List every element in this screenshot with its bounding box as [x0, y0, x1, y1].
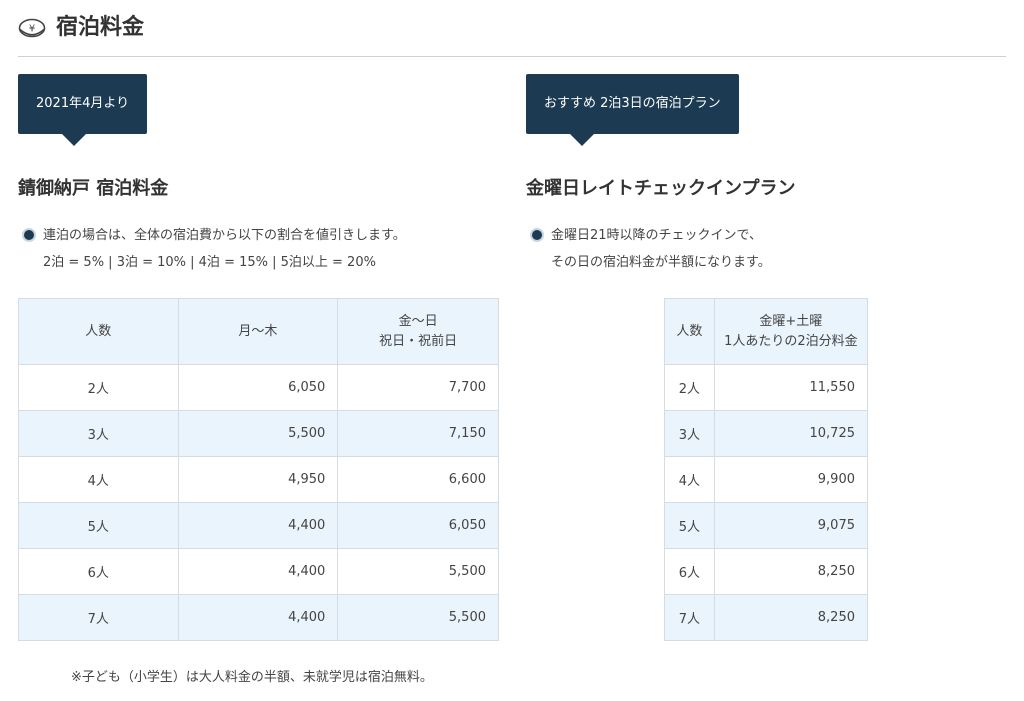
late-checkin-plan-section: おすすめ 2泊3日の宿泊プラン 金曜日レイトチェックインプラン 金曜日21時以降… [526, 74, 1006, 641]
weekend-price: 7,700 [337, 364, 499, 411]
people-cell: 7人 [664, 594, 715, 641]
people-cell: 3人 [18, 410, 179, 457]
note-line: 金曜日21時以降のチェックインで、 [551, 228, 763, 243]
weekend-price: 7,150 [337, 410, 499, 457]
col-header-plan-line2: 1人あたりの2泊分料金 [724, 333, 858, 349]
col-header-weekday: 月〜木 [177, 298, 339, 365]
people-cell: 5人 [664, 502, 715, 549]
page-header: ¥ 宿泊料金 [18, 12, 1006, 57]
section-title-standard: 錆御納戸 宿泊料金 [18, 178, 169, 199]
bullet-icon [532, 230, 542, 240]
page-title: 宿泊料金 [56, 15, 145, 40]
people-cell: 7人 [18, 594, 179, 641]
table-row: 5人 4,400 6,050 [18, 502, 499, 549]
weekday-price: 5,500 [177, 410, 339, 457]
plan-price: 8,250 [713, 594, 869, 641]
people-cell: 6人 [18, 548, 179, 595]
children-pricing-footnote: ※子ども（小学生）は大人料金の半額、未就学児は宿泊無料。 [71, 670, 433, 685]
recommended-plan-tag: おすすめ 2泊3日の宿泊プラン [526, 74, 739, 146]
table-row: 5人 9,075 [664, 502, 869, 549]
col-header-weekend: 金〜日 祝日・祝前日 [337, 298, 499, 365]
col-header-people: 人数 [18, 298, 179, 365]
bullet-icon [24, 230, 34, 240]
table-row: 4人 4,950 6,600 [18, 456, 499, 503]
people-cell: 6人 [664, 548, 715, 595]
people-cell: 3人 [664, 410, 715, 457]
table-row: 7人 4,400 5,500 [18, 594, 499, 641]
section-title-late-checkin: 金曜日レイトチェックインプラン [526, 178, 796, 199]
plan-price: 9,075 [713, 502, 869, 549]
table-header-row: 人数 月〜木 金〜日 祝日・祝前日 [18, 298, 499, 365]
plan-rates-table: 人数 金曜+土曜 1人あたりの2泊分料金 2人 11,550 3人 10,725… [664, 298, 869, 641]
yen-coin-icon: ¥ [18, 18, 46, 38]
plan-price: 9,900 [713, 456, 869, 503]
people-cell: 4人 [18, 456, 179, 503]
weekday-price: 4,400 [177, 502, 339, 549]
col-header-plan-price: 金曜+土曜 1人あたりの2泊分料金 [713, 298, 869, 365]
table-row: 4人 9,900 [664, 456, 869, 503]
col-header-people: 人数 [664, 298, 715, 365]
people-cell: 2人 [18, 364, 179, 411]
weekday-price: 4,950 [177, 456, 339, 503]
people-cell: 2人 [664, 364, 715, 411]
weekend-price: 5,500 [337, 548, 499, 595]
table-row: 2人 6,050 7,700 [18, 364, 499, 411]
col-header-weekend-line2: 祝日・祝前日 [379, 333, 458, 349]
period-tag: 2021年4月より [18, 74, 148, 146]
table-row: 3人 5,500 7,150 [18, 410, 499, 457]
people-cell: 5人 [18, 502, 179, 549]
plan-price: 10,725 [713, 410, 869, 457]
table-row: 6人 4,400 5,500 [18, 548, 499, 595]
table-row: 6人 8,250 [664, 548, 869, 595]
table-row: 7人 8,250 [664, 594, 869, 641]
weekend-price: 6,050 [337, 502, 499, 549]
col-header-weekend-line1: 金〜日 [398, 313, 438, 329]
weekday-price: 6,050 [177, 364, 339, 411]
plan-price: 11,550 [713, 364, 869, 411]
people-cell: 4人 [664, 456, 715, 503]
note-line: 2泊 = 5% | 3泊 = 10% | 4泊 = 15% | 5泊以上 = 2… [43, 255, 376, 270]
standard-rates-table: 人数 月〜木 金〜日 祝日・祝前日 2人 6,050 7,700 3人 5,50… [18, 298, 499, 641]
table-row: 2人 11,550 [664, 364, 869, 411]
note-line: その日の宿泊料金が半額になります。 [551, 255, 771, 270]
weekend-price: 5,500 [337, 594, 499, 641]
weekday-price: 4,400 [177, 594, 339, 641]
standard-rates-section: 2021年4月より 錆御納戸 宿泊料金 連泊の場合は、全体の宿泊費から以下の割合… [18, 74, 499, 641]
svg-text:¥: ¥ [29, 24, 35, 35]
table-row: 3人 10,725 [664, 410, 869, 457]
weekend-price: 6,600 [337, 456, 499, 503]
discount-note: 連泊の場合は、全体の宿泊費から以下の割合を値引きします。 2泊 = 5% | 3… [24, 222, 406, 276]
table-header-row: 人数 金曜+土曜 1人あたりの2泊分料金 [664, 298, 869, 365]
note-line: 連泊の場合は、全体の宿泊費から以下の割合を値引きします。 [43, 228, 406, 243]
plan-price: 8,250 [713, 548, 869, 595]
weekday-price: 4,400 [177, 548, 339, 595]
plan-note: 金曜日21時以降のチェックインで、 その日の宿泊料金が半額になります。 [532, 222, 771, 276]
col-header-plan-line1: 金曜+土曜 [759, 313, 823, 329]
